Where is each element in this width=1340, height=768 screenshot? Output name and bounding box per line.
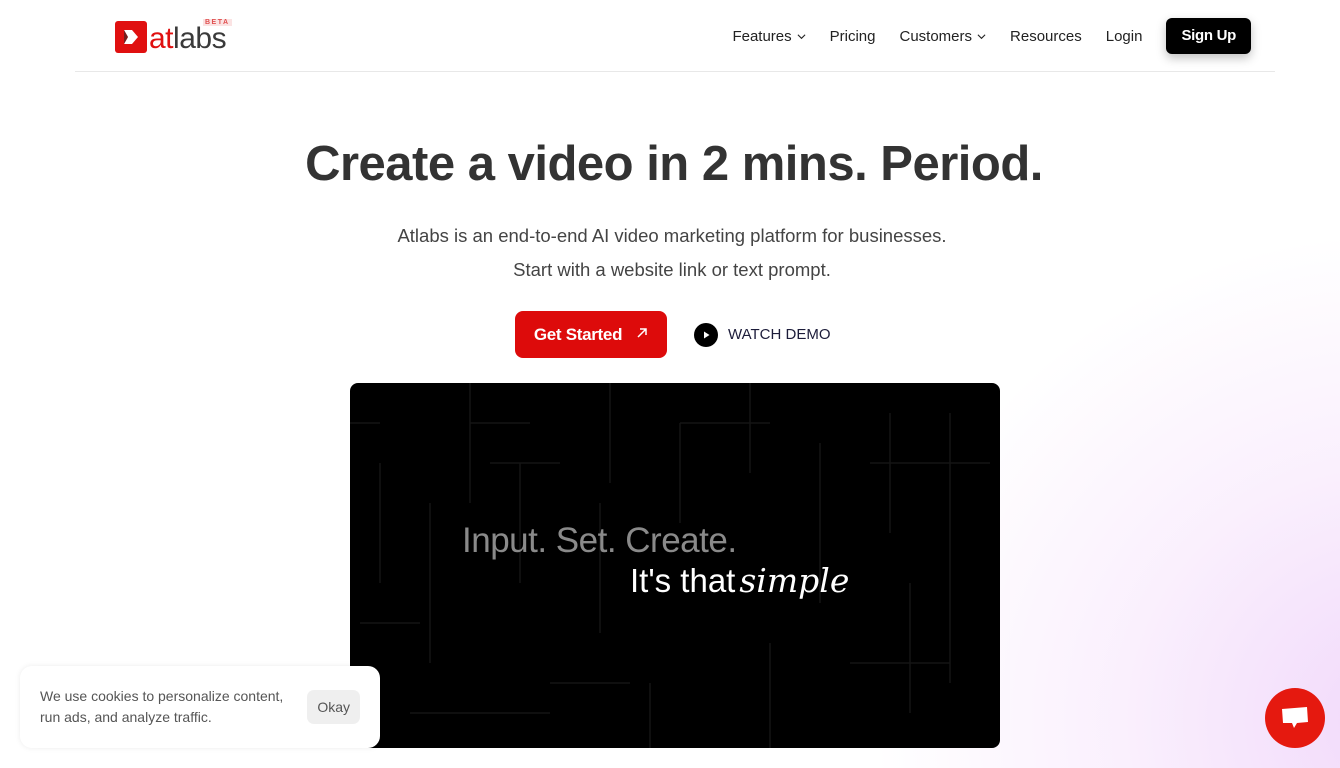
logo-text-accent: at xyxy=(149,22,174,55)
hero-title: Create a video in 2 mins. Period. xyxy=(305,137,1043,191)
nav-login-label: Login xyxy=(1105,27,1143,45)
cookie-text: We use cookies to personalize content, r… xyxy=(40,688,284,725)
chat-widget-button[interactable] xyxy=(1265,688,1325,748)
cookie-banner: We use cookies to personalize content, r… xyxy=(20,666,380,748)
nav-pricing[interactable]: Pricing xyxy=(830,28,876,45)
logo-text: atlabs xyxy=(149,22,227,55)
beta-badge: BETA xyxy=(203,19,232,26)
hero-subtitle-line1: Atlabs is an end-to-end AI video marketi… xyxy=(397,225,947,246)
chevron-down-icon xyxy=(797,33,806,39)
play-icon xyxy=(694,322,718,347)
watch-demo-button[interactable]: WATCH DEMO xyxy=(694,322,831,347)
nav-resources-label: Resources xyxy=(1010,27,1082,45)
video-tagline-plain: It's that xyxy=(630,562,736,599)
hero-subtitle-line2: Start with a website link or text prompt… xyxy=(513,259,831,280)
video-tagline-italic: simple xyxy=(739,561,850,600)
nav-pricing-label: Pricing xyxy=(829,27,876,45)
nav-login[interactable]: Login xyxy=(1106,28,1143,45)
nav-features[interactable]: Features xyxy=(732,27,806,45)
cta-row: Get Started WATCH DEMO xyxy=(515,311,831,358)
site-header: atlabs BETA Features Pricing Customers R… xyxy=(75,0,1275,72)
get-started-label: Get Started xyxy=(533,324,623,344)
logo[interactable]: atlabs BETA xyxy=(115,19,232,55)
logo-mark-icon xyxy=(115,21,147,53)
chevron-down-icon xyxy=(977,33,986,39)
watch-demo-label: WATCH DEMO xyxy=(728,326,831,343)
arrow-up-right-icon xyxy=(636,326,648,344)
nav-features-label: Features xyxy=(732,27,792,45)
video-tagline: It's that simple xyxy=(630,561,849,600)
demo-video[interactable]: Input. Set. Create. It's that simple xyxy=(350,383,1000,748)
cookie-okay-button[interactable]: Okay xyxy=(307,690,360,724)
video-headline: Input. Set. Create. xyxy=(462,521,737,560)
nav-customers-label: Customers xyxy=(899,27,973,45)
nav-resources[interactable]: Resources xyxy=(1010,28,1082,45)
get-started-button[interactable]: Get Started xyxy=(515,311,667,358)
nav-customers[interactable]: Customers xyxy=(900,28,987,45)
chat-bubble-icon xyxy=(1282,707,1308,728)
logo-text-main: labs xyxy=(173,22,227,55)
sign-up-button[interactable]: Sign Up xyxy=(1166,18,1251,54)
main-nav: Features Pricing Customers Resources Log… xyxy=(732,18,1251,54)
